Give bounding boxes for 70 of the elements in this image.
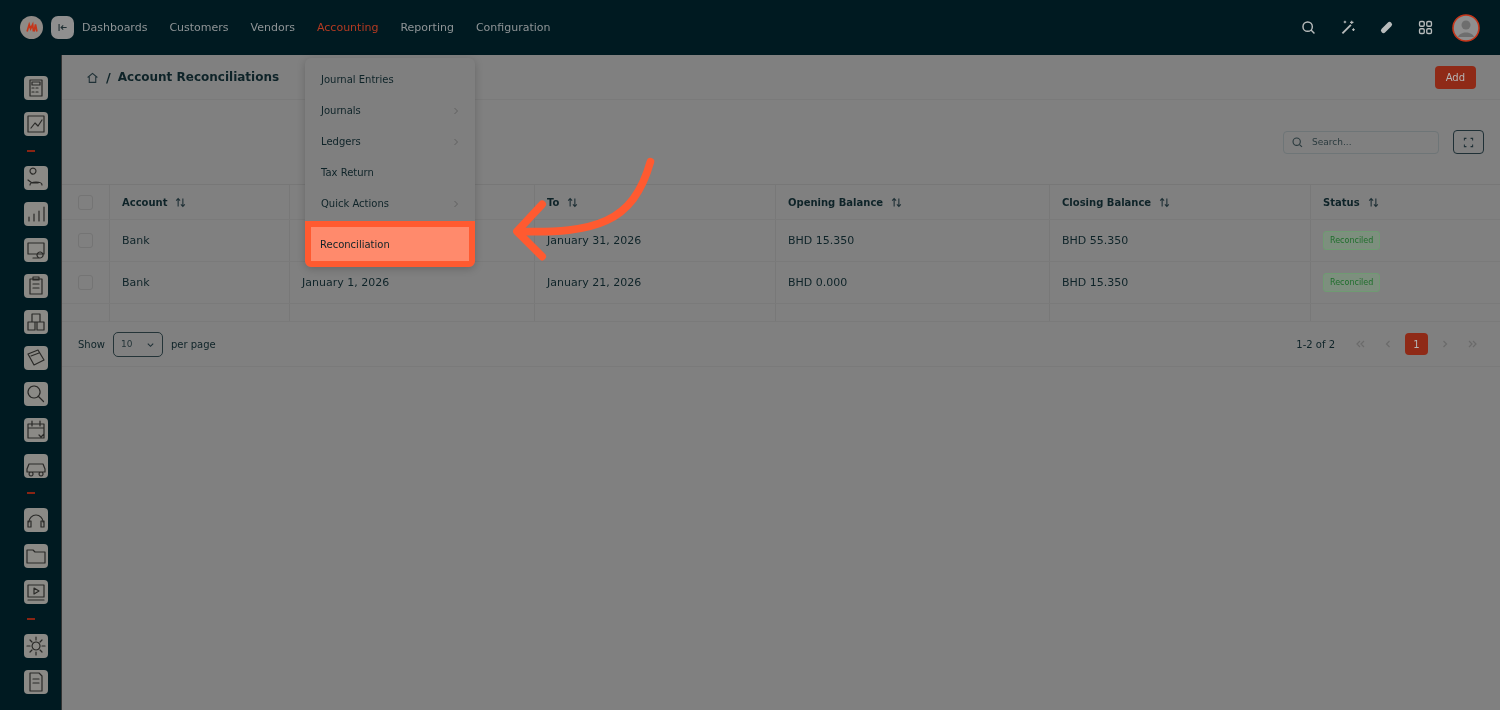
per-page-select[interactable]: 10 [113, 331, 163, 357]
breadcrumb-separator: / [106, 69, 111, 85]
table-cell: January 21, 2026 [547, 276, 642, 289]
table-cell: BHD 55.350 [1062, 234, 1129, 247]
status-badge: Reconciled [1323, 273, 1381, 292]
show-label: Show [78, 338, 105, 350]
magic-wand-icon[interactable] [1339, 19, 1356, 36]
search-icon[interactable] [23, 382, 48, 406]
sort-icon[interactable] [891, 196, 903, 208]
fullscreen-button[interactable] [1453, 130, 1484, 154]
nav-tab[interactable]: Configuration [475, 21, 551, 34]
table-cell: January 31, 2026 [547, 234, 642, 247]
nav-tab[interactable]: Accounting [317, 21, 379, 34]
table-cell: Bank [122, 234, 150, 247]
sort-icon[interactable] [1159, 196, 1171, 208]
column-header[interactable]: To [547, 196, 560, 208]
car-icon[interactable] [23, 454, 48, 478]
section-divider-icon [26, 150, 35, 152]
folder-icon[interactable] [23, 544, 48, 568]
nav-tab[interactable]: Reporting [400, 21, 454, 34]
apps-grid-icon[interactable] [1417, 19, 1434, 36]
calendar-icon[interactable] [23, 418, 48, 442]
status-badge: Reconciled [1323, 231, 1381, 250]
nav-tab[interactable]: Dashboards [82, 21, 148, 34]
home-icon[interactable] [86, 70, 99, 84]
collapse-sidebar-button[interactable] [51, 16, 74, 39]
menu-item[interactable]: Quick Actions [305, 188, 475, 219]
section-divider-icon [26, 492, 35, 494]
video-icon[interactable] [23, 580, 48, 604]
clipboard-icon[interactable] [23, 274, 48, 298]
sort-icon[interactable] [567, 196, 579, 208]
nav-tab[interactable]: Customers [169, 21, 229, 34]
calculator-icon[interactable] [23, 76, 48, 100]
chart-icon[interactable] [23, 112, 48, 136]
headset-icon[interactable] [23, 508, 48, 532]
search-field[interactable]: Search... [1283, 130, 1439, 154]
search-icon [1291, 135, 1304, 149]
menu-item[interactable]: Reconciliation [305, 221, 475, 267]
fullscreen-icon [1463, 136, 1474, 148]
table-cell: BHD 0.000 [788, 276, 848, 289]
collapse-arrow-icon [57, 22, 68, 33]
per-page-label: per page [171, 338, 216, 350]
sort-icon[interactable] [175, 196, 187, 208]
column-header[interactable]: Account [122, 196, 168, 208]
sort-icon[interactable] [1367, 196, 1379, 208]
monitor-icon[interactable] [23, 238, 48, 262]
column-header[interactable]: Status [1323, 196, 1360, 208]
page-range: 1-2 of 2 [1296, 338, 1335, 350]
logo-icon[interactable] [20, 16, 43, 39]
column-header[interactable]: Opening Balance [788, 196, 884, 208]
menu-item[interactable]: Journal Entries [305, 64, 475, 95]
page-title: Account Reconciliations [117, 70, 280, 84]
add-button[interactable]: Add [1434, 65, 1476, 89]
boxes-icon[interactable] [23, 310, 48, 334]
table-cell: BHD 15.350 [1062, 276, 1129, 289]
search-icon[interactable] [1300, 19, 1317, 36]
table-cell: January 1, 2026 [302, 276, 390, 289]
menu-item[interactable]: Journals [305, 95, 475, 126]
page-button[interactable]: 1 [1405, 333, 1428, 355]
bars-icon[interactable] [23, 202, 48, 226]
menu-item[interactable]: Tax Return [305, 157, 475, 188]
menu-item[interactable]: Ledgers [305, 126, 475, 157]
table-cell: BHD 15.350 [788, 234, 855, 247]
column-header[interactable]: Closing Balance [1062, 196, 1152, 208]
avatar-icon[interactable] [1452, 13, 1480, 42]
card-icon[interactable] [23, 346, 48, 370]
document-icon[interactable] [23, 670, 48, 694]
table-cell: Bank [122, 276, 150, 289]
nav-tab[interactable]: Vendors [250, 21, 295, 34]
section-divider-icon [26, 618, 35, 620]
